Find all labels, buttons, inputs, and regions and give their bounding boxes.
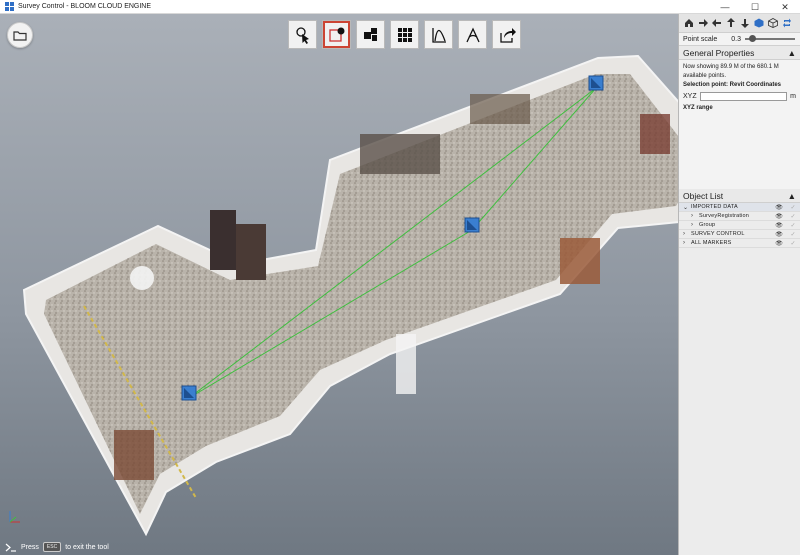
chevron-down-icon[interactable]: ⌄: [683, 204, 691, 211]
export-icon: [499, 27, 516, 43]
eye-icon[interactable]: 👁: [772, 204, 786, 211]
eye-icon[interactable]: 👁: [772, 231, 786, 238]
segment-tool[interactable]: [356, 20, 385, 49]
survey-marker[interactable]: [588, 75, 604, 91]
list-item-imported-data[interactable]: ⌄ IMPORTED DATA 👁 ✓: [679, 203, 800, 212]
chevron-right-icon[interactable]: ›: [691, 222, 699, 228]
pointer-icon: [295, 26, 309, 44]
cube-wireframe-icon: [767, 18, 778, 28]
cube-solid-icon: [754, 18, 763, 28]
window-controls: — ☐ ✕: [710, 0, 800, 14]
check-icon[interactable]: ✓: [786, 240, 800, 247]
sync-button[interactable]: [781, 18, 792, 29]
survey-marker[interactable]: [181, 385, 197, 401]
point-scale-value: 0.3: [731, 35, 741, 43]
list-item-label: SURVEY CONTROL: [691, 231, 745, 237]
point-scale-row: Point scale 0.3: [679, 33, 800, 46]
pan-down-button[interactable]: [739, 18, 750, 29]
list-item-label: IMPORTED DATA: [691, 204, 738, 210]
selection-point-label: Selection point: Revit Coordinates: [683, 82, 782, 88]
grid-tool[interactable]: [390, 20, 419, 49]
general-properties-body: Now showing 89.9 M of the 680.1 M availa…: [679, 60, 800, 189]
navigation-toolbar: [679, 14, 800, 33]
maximize-button[interactable]: ☐: [740, 0, 770, 14]
arrow-up-icon: [726, 18, 735, 27]
wireframe-view-button[interactable]: [767, 18, 778, 29]
measure-tool[interactable]: [458, 20, 487, 49]
close-button[interactable]: ✕: [770, 0, 800, 14]
eye-icon[interactable]: 👁: [772, 222, 786, 229]
list-item-all-markers[interactable]: › ALL MARKERS 👁 ✓: [679, 239, 800, 248]
side-panel: Point scale 0.3 General Properties ▲ Now…: [678, 14, 800, 555]
sync-icon: [782, 18, 791, 28]
esc-key: ESC: [42, 542, 62, 552]
general-properties-header[interactable]: General Properties ▲: [679, 46, 800, 60]
box-select-icon: [328, 27, 344, 42]
points-showing-text: Now showing 89.9 M of the 680.1 M availa…: [683, 64, 779, 79]
profile-tool[interactable]: [424, 20, 453, 49]
arrow-down-icon: [740, 19, 749, 28]
general-properties-title: General Properties: [683, 47, 755, 58]
collapse-icon[interactable]: ▲: [788, 48, 796, 58]
home-button[interactable]: [683, 18, 694, 29]
check-icon[interactable]: ✓: [786, 204, 800, 211]
pan-right-button[interactable]: [697, 18, 708, 29]
solid-view-button[interactable]: [753, 18, 764, 29]
slider-thumb[interactable]: [749, 35, 757, 42]
chevron-right-icon[interactable]: ›: [691, 213, 699, 219]
arrow-right-icon: [698, 19, 708, 27]
xyz-unit: m: [790, 93, 796, 100]
arrow-left-icon: [711, 19, 721, 27]
select-tool[interactable]: [288, 20, 317, 49]
xyz-input[interactable]: [699, 92, 788, 101]
point-cloud-scene[interactable]: [0, 14, 678, 555]
title-bar: Survey Control - BLOOM CLOUD ENGINE — ☐ …: [0, 0, 800, 14]
point-scale-slider[interactable]: [744, 35, 795, 42]
eye-icon[interactable]: 👁: [772, 213, 786, 220]
open-folder-button[interactable]: [7, 22, 33, 48]
list-item-survey-registration[interactable]: › SurveyRegistration 👁 ✓: [679, 212, 800, 221]
hint-prefix: Press: [21, 543, 39, 551]
xyz-label: XYZ: [683, 93, 697, 100]
axis-gizmo-icon: [9, 511, 20, 523]
export-tool[interactable]: [492, 20, 521, 49]
list-item-label: Group: [699, 222, 716, 228]
window-title: Survey Control - BLOOM CLOUD ENGINE: [18, 3, 152, 10]
folder-icon: [13, 30, 27, 41]
chevron-right-icon[interactable]: ›: [683, 240, 691, 246]
object-list-header[interactable]: Object List ▲: [679, 189, 800, 203]
list-item-label: ALL MARKERS: [691, 240, 732, 246]
point-cloud-viewport[interactable]: Press ESC to exit the tool: [0, 14, 678, 555]
minimize-button[interactable]: —: [710, 0, 740, 14]
object-list: ⌄ IMPORTED DATA 👁 ✓ › SurveyRegistration…: [679, 203, 800, 248]
eye-icon[interactable]: 👁: [772, 240, 786, 247]
home-icon: [684, 19, 693, 27]
measure-icon: [465, 26, 480, 42]
check-icon[interactable]: ✓: [786, 213, 800, 220]
tool-bar: [288, 20, 521, 49]
tool-hint: Press ESC to exit the tool: [5, 542, 109, 552]
hint-suffix: to exit the tool: [65, 543, 109, 551]
xyz-range-toggle[interactable]: XYZ range: [683, 105, 796, 111]
collapse-icon[interactable]: ▲: [788, 191, 796, 201]
segment-icon: [363, 27, 377, 41]
pan-left-button[interactable]: [711, 18, 722, 29]
box-select-tool[interactable]: [322, 20, 351, 49]
xyz-row: XYZ m: [683, 92, 796, 101]
object-list-title: Object List: [683, 190, 724, 201]
check-icon[interactable]: ✓: [786, 231, 800, 238]
grid-icon: [397, 27, 412, 42]
point-scale-label: Point scale: [683, 35, 718, 43]
list-item-survey-control[interactable]: › SURVEY CONTROL 👁 ✓: [679, 230, 800, 239]
survey-marker[interactable]: [464, 217, 480, 233]
chevron-right-icon[interactable]: ›: [683, 231, 691, 237]
list-item-label: SurveyRegistration: [699, 213, 750, 219]
terminal-icon: [5, 543, 16, 552]
pan-up-button[interactable]: [725, 18, 736, 29]
check-icon[interactable]: ✓: [786, 222, 800, 229]
profile-icon: [431, 27, 446, 43]
app-logo-icon: [5, 2, 14, 11]
list-item-group[interactable]: › Group 👁 ✓: [679, 221, 800, 230]
